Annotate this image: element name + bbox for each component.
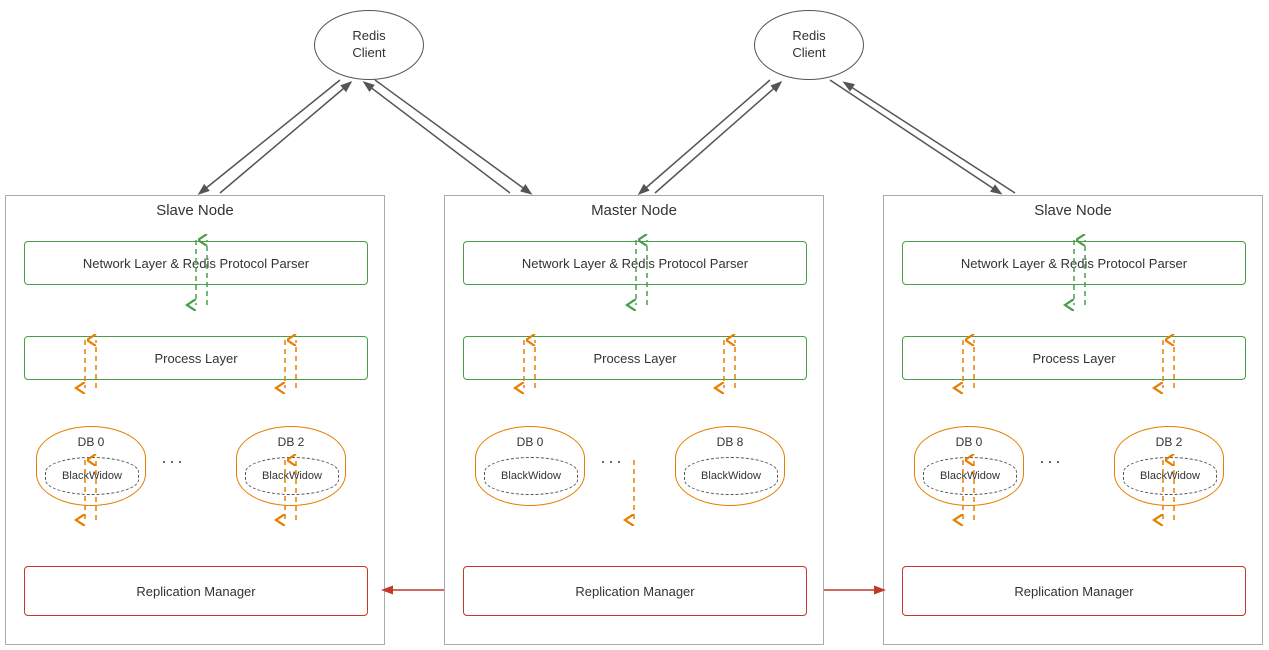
slave-left-bw2: BlackWidow [245,457,339,495]
slave-left-dots: ··· [161,451,185,472]
master-replication-manager: Replication Manager [463,566,807,616]
master-to-client-right-arrow [655,83,780,193]
slave-left-title: Slave Node [6,196,384,229]
slave-left-replication-manager: Replication Manager [24,566,368,616]
slave-left-process-layer: Process Layer [24,336,368,380]
master-node: Master Node Network Layer & Redis Protoc… [444,195,824,645]
slave-right-dots: ··· [1039,451,1063,472]
slave-right-replication-manager: Replication Manager [902,566,1246,616]
master-network-layer: Network Layer & Redis Protocol Parser [463,241,807,285]
master-db8: DB 8 BlackWidow [675,426,785,506]
slave-node-left: Slave Node Network Layer & Redis Protoco… [5,195,385,645]
slave-right-network-layer: Network Layer & Redis Protocol Parser [902,241,1246,285]
master-bw0: BlackWidow [484,457,578,495]
master-dots: ··· [600,451,624,472]
master-to-client-left-arrow [365,83,510,193]
slave-right-title: Slave Node [884,196,1262,229]
slave-left-network-layer: Network Layer & Redis Protocol Parser [24,241,368,285]
master-db0: DB 0 BlackWidow [475,426,585,506]
redis-client-right: Redis Client [754,10,864,80]
client-left-to-slave-arrow [200,80,340,193]
slave-to-client-left-arrow [220,83,350,193]
master-title: Master Node [445,196,823,229]
slave-node-right: Slave Node Network Layer & Redis Protoco… [883,195,1263,645]
slave-left-db2: DB 2 BlackWidow [236,426,346,506]
client-left-to-master-arrow [375,80,530,193]
slave-right-db0: DB 0 BlackWidow [914,426,1024,506]
slave-right-bw2: BlackWidow [1123,457,1217,495]
slave-right-bw0: BlackWidow [923,457,1017,495]
slave-right-to-client-right-arrow [845,83,1015,193]
client-right-to-master-arrow [640,80,770,193]
client-right-to-slave-right-arrow [830,80,1000,193]
master-process-layer: Process Layer [463,336,807,380]
master-bw8: BlackWidow [684,457,778,495]
slave-left-db0: DB 0 BlackWidow [36,426,146,506]
redis-client-left: Redis Client [314,10,424,80]
slave-right-process-layer: Process Layer [902,336,1246,380]
slave-left-bw0: BlackWidow [45,457,139,495]
slave-right-db2: DB 2 BlackWidow [1114,426,1224,506]
diagram-container: Redis Client Redis Client Slave Node Net… [0,0,1269,650]
